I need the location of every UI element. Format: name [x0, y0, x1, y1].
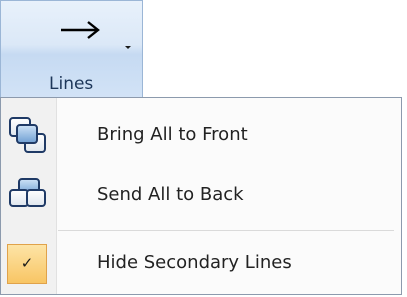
menu-separator: [58, 230, 394, 231]
menu-item-send-all-to-back[interactable]: Send All to Back: [1, 168, 401, 224]
menu-item-label: Send All to Back: [97, 184, 244, 205]
lines-ribbon-button[interactable]: Lines: [0, 0, 143, 98]
lines-button-main[interactable]: [1, 1, 142, 59]
lines-button-label: Lines: [49, 74, 94, 94]
lines-dropdown-menu: Bring All to Front Send All to Back ✓ Hi…: [0, 97, 402, 295]
checked-indicator: ✓: [7, 244, 47, 284]
arrow-right-icon: [61, 21, 100, 39]
menu-item-hide-secondary-lines[interactable]: ✓ Hide Secondary Lines: [1, 236, 401, 292]
menu-item-label: Bring All to Front: [97, 124, 248, 145]
check-icon: ✓: [20, 254, 34, 272]
app-stage: Lines Bring All to Front Send All to Bac…: [0, 0, 407, 297]
send-to-back-icon: [9, 178, 46, 207]
menu-item-bring-all-to-front[interactable]: Bring All to Front: [1, 108, 401, 164]
bring-to-front-icon: [9, 117, 46, 153]
menu-item-label: Hide Secondary Lines: [97, 252, 292, 273]
chevron-down-icon[interactable]: [125, 46, 131, 49]
